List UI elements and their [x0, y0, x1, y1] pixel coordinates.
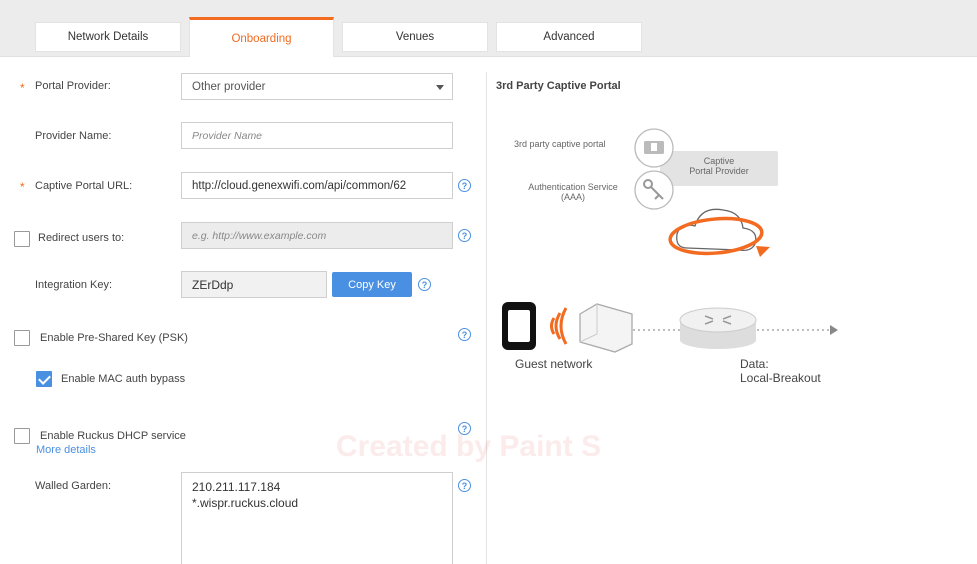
- integration-key-label: Integration Key:: [35, 279, 113, 291]
- tab-venues[interactable]: Venues: [342, 22, 488, 52]
- portal-provider-caption: Captive Portal Provider: [660, 156, 778, 176]
- onboarding-page: Network Details Onboarding Venues Advanc…: [0, 0, 977, 564]
- more-details-link[interactable]: More details: [36, 444, 96, 456]
- auth-service-caption: Authentication Service (AAA): [516, 182, 630, 202]
- portal-provider-value: Other provider: [192, 80, 266, 93]
- tab-onboarding[interactable]: Onboarding: [189, 17, 334, 57]
- help-icon[interactable]: ?: [458, 422, 471, 435]
- walled-garden-textarea[interactable]: 210.211.117.184 *.wispr.ruckus.cloud: [181, 472, 453, 564]
- required-marker: *: [20, 180, 25, 194]
- access-point-icon: [579, 303, 633, 353]
- captive-portal-caption: 3rd party captive portal: [514, 139, 606, 149]
- data-line: Local-Breakout: [740, 371, 821, 385]
- provider-name-label: Provider Name:: [35, 130, 112, 142]
- help-icon[interactable]: ?: [458, 328, 471, 341]
- diagram-title: 3rd Party Captive Portal: [496, 80, 621, 92]
- provider-line: Captive: [703, 156, 735, 166]
- psk-checkbox[interactable]: [14, 330, 30, 346]
- provider-line: Portal Provider: [689, 166, 749, 176]
- walled-garden-entry: 210.211.117.184: [192, 480, 281, 494]
- auth-service-line: Authentication Service: [528, 182, 618, 192]
- psk-label: Enable Pre-Shared Key (PSK): [40, 332, 188, 344]
- integration-key-field: ZErDdp: [181, 271, 327, 298]
- captive-portal-url-input[interactable]: http://cloud.genexwifi.com/api/common/62: [181, 172, 453, 199]
- help-icon[interactable]: ?: [458, 229, 471, 242]
- wifi-signal-icon: [550, 307, 568, 345]
- auth-service-line: (AAA): [560, 192, 585, 202]
- help-icon[interactable]: ?: [458, 479, 471, 492]
- guest-network-label: Guest network: [515, 357, 593, 371]
- chevron-down-icon: [436, 85, 444, 90]
- tab-bar: Network Details Onboarding Venues Advanc…: [0, 0, 977, 57]
- walled-garden-entry: *.wispr.ruckus.cloud: [192, 496, 299, 510]
- watermark-text: Created by Paint S: [336, 430, 602, 463]
- required-marker: *: [20, 81, 25, 95]
- phone-icon: [502, 302, 536, 350]
- copy-key-button[interactable]: Copy Key: [332, 272, 412, 297]
- tab-advanced[interactable]: Advanced: [496, 22, 642, 52]
- dhcp-label: Enable Ruckus DHCP service: [40, 430, 186, 442]
- captive-portal-url-label: Captive Portal URL:: [35, 180, 133, 192]
- help-icon[interactable]: ?: [458, 179, 471, 192]
- walled-garden-label: Walled Garden:: [35, 480, 112, 492]
- data-breakout-label: Data: Local-Breakout: [740, 357, 821, 385]
- dhcp-checkbox[interactable]: [14, 428, 30, 444]
- redirect-users-label: Redirect users to:: [38, 232, 125, 244]
- key-icon: [634, 170, 674, 210]
- tab-network-details[interactable]: Network Details: [35, 22, 181, 52]
- cloud-icon: [668, 208, 770, 257]
- portal-provider-select[interactable]: Other provider: [181, 73, 453, 100]
- help-icon[interactable]: ?: [418, 278, 431, 291]
- data-line: Data:: [740, 357, 769, 371]
- redirect-users-checkbox[interactable]: [14, 231, 30, 247]
- provider-name-input[interactable]: Provider Name: [181, 122, 453, 149]
- redirect-url-input[interactable]: e.g. http://www.example.com: [181, 222, 453, 249]
- portal-provider-label: Portal Provider:: [35, 80, 111, 92]
- mac-auth-bypass-checkbox[interactable]: [36, 371, 52, 387]
- arrow-right-icon: [830, 325, 838, 335]
- mac-auth-bypass-label: Enable MAC auth bypass: [61, 373, 186, 385]
- router-icon: [679, 307, 757, 349]
